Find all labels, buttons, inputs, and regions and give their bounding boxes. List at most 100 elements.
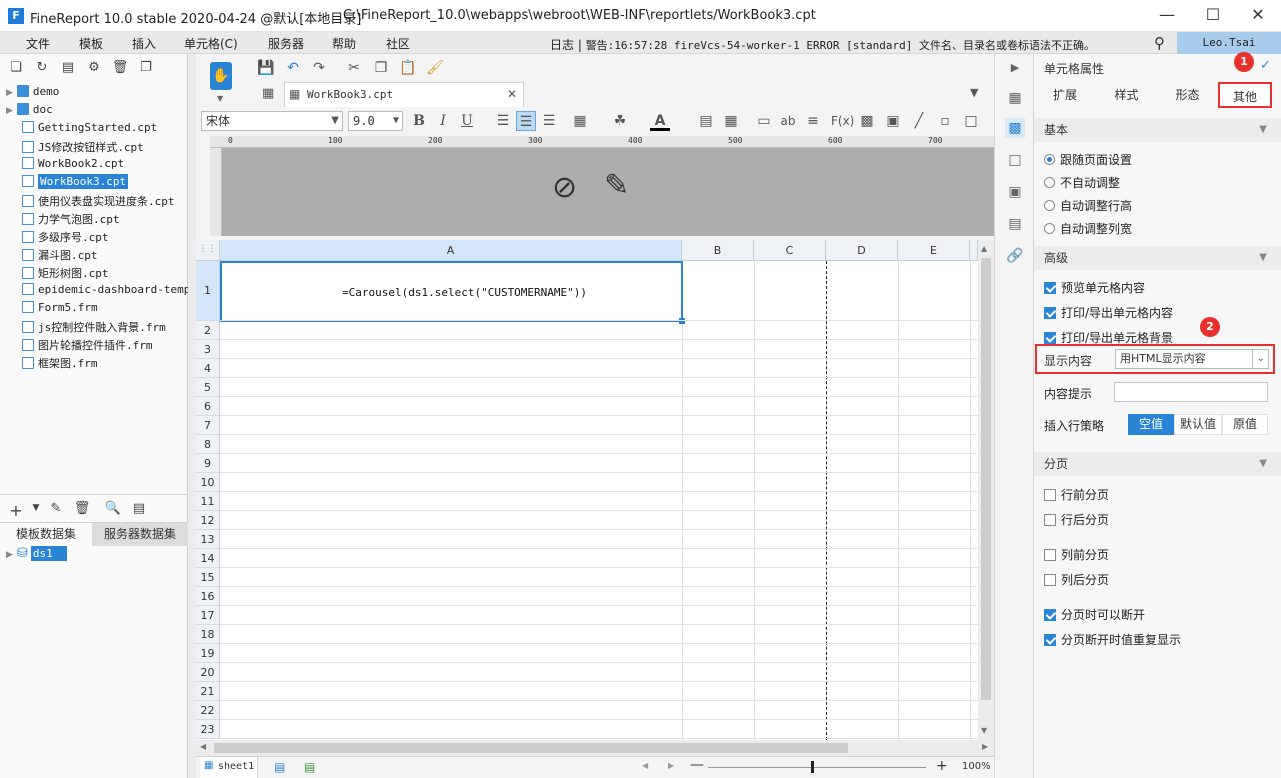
row-header[interactable]: 22 (196, 701, 220, 720)
tree-item[interactable]: JS修改按钮样式.cpt (22, 139, 144, 157)
zoom-slider-track[interactable] (708, 767, 926, 768)
font-color-icon[interactable]: A (650, 111, 670, 131)
section-paging[interactable]: 分页 ▼ (1034, 452, 1281, 476)
scroll-right-icon[interactable]: ▶ (982, 742, 988, 751)
tab-expand[interactable]: 扩展 (1034, 82, 1096, 108)
settings-icon[interactable]: ⚙ (85, 60, 103, 76)
copy-icon[interactable]: ❐ (137, 60, 155, 76)
align-left-icon[interactable]: ☰ (493, 111, 513, 131)
zoom-out-icon[interactable]: — (690, 757, 704, 773)
tree-item[interactable]: 使用仪表盘实现进度条.cpt (22, 193, 175, 211)
menu-community[interactable]: 社区 (386, 35, 410, 52)
font-size-select[interactable]: 9.0 ▼ (348, 111, 403, 131)
chevron-down-icon[interactable]: ▼ (217, 94, 223, 103)
dataset-item[interactable]: ▶ ⛁ ds1 (6, 546, 67, 564)
tree-item[interactable]: epidemic-dashboard-temp. (22, 283, 197, 301)
float-element-icon[interactable]: □ (1005, 150, 1025, 170)
row-header[interactable]: 2 (196, 321, 220, 340)
row-header[interactable]: 16 (196, 587, 220, 606)
scrollbar-thumb[interactable] (981, 258, 991, 700)
radio-no-auto[interactable]: 不自动调整 (1044, 174, 1120, 191)
last-sheet-icon[interactable]: ▶ (668, 761, 674, 770)
minimize-button[interactable]: — (1144, 0, 1190, 32)
select-all-corner[interactable]: ⋮⋮ (196, 240, 220, 261)
row-header[interactable]: 19 (196, 644, 220, 663)
row-header[interactable]: 7 (196, 416, 220, 435)
cell-element-icon[interactable]: □ (961, 111, 981, 131)
tab-other[interactable]: 其他 (1218, 82, 1272, 108)
align-center-icon[interactable]: ☰ (516, 111, 536, 131)
search-icon[interactable]: ⚲ (1154, 34, 1165, 52)
radio-auto-row-height[interactable]: 自动调整行高 (1044, 197, 1132, 214)
pin-icon[interactable]: ✓ (1260, 58, 1271, 73)
row-header[interactable]: 20 (196, 663, 220, 682)
scroll-left-icon[interactable]: ◀ (200, 742, 206, 751)
row-header[interactable]: 15 (196, 568, 220, 587)
sheet-tab-sheet1[interactable]: ▦ sheet1 (200, 757, 258, 778)
row-header[interactable]: 4 (196, 359, 220, 378)
row-header[interactable]: 1 (196, 261, 220, 321)
section-basic[interactable]: 基本 ▼ (1034, 118, 1281, 142)
row-header[interactable]: 3 (196, 340, 220, 359)
menu-help[interactable]: 帮助 (332, 35, 356, 52)
border-icon[interactable]: ▦ (570, 111, 590, 131)
row-header[interactable]: 10 (196, 473, 220, 492)
zoom-slider-thumb[interactable] (811, 761, 814, 773)
zoom-in-icon[interactable]: + (936, 758, 948, 774)
check-repeat-on-break[interactable]: 分页断开时值重复显示 (1044, 631, 1181, 648)
tree-item[interactable]: 矩形树图.cpt (22, 265, 109, 283)
fill-color-icon[interactable]: ☘ (610, 111, 630, 131)
menu-template[interactable]: 模板 (79, 35, 103, 52)
tree-item[interactable]: ▶ demo (6, 85, 59, 103)
chart-icon[interactable]: ▩ (857, 111, 877, 131)
splitter[interactable] (188, 54, 196, 778)
italic-icon[interactable]: I (433, 111, 453, 131)
display-content-select[interactable]: 用HTML显示内容 ⌄ (1115, 349, 1269, 369)
template-property-icon[interactable]: ▦ (1005, 88, 1025, 108)
tab-server-dataset[interactable]: 服务器数据集 (92, 522, 188, 546)
condition-attr-icon[interactable]: ▤ (1005, 214, 1025, 234)
template-type-icon[interactable]: ✋ (210, 62, 232, 90)
log-bar[interactable]: 日志 | 警告:16:57:28 fireVcs-54-worker-1 ERR… (550, 36, 1095, 53)
add-form-sheet-icon[interactable]: ▤ (304, 760, 315, 774)
insert-null-button[interactable]: 空值 (1128, 414, 1174, 435)
tab-workbook3[interactable]: ▦ WorkBook3.cpt ✕ (284, 82, 524, 107)
close-button[interactable]: ✕ (1235, 0, 1281, 32)
user-name[interactable]: Leo.Tsai (1177, 32, 1281, 54)
tree-item[interactable]: 力学气泡图.cpt (22, 211, 120, 229)
copy-icon[interactable]: ❐ (371, 58, 391, 78)
fill-handle[interactable] (679, 318, 685, 324)
row-header[interactable]: 9 (196, 454, 220, 473)
unmerge-cell-icon[interactable]: ▦ (721, 111, 741, 131)
grid-icon[interactable]: ▦ (262, 86, 274, 101)
horizontal-scrollbar[interactable]: ◀ ▶ (196, 740, 994, 756)
row-header[interactable]: 11 (196, 492, 220, 511)
add-dataset-icon[interactable]: + (7, 501, 25, 520)
tab-form[interactable]: 形态 (1157, 82, 1218, 108)
row-header[interactable]: 23 (196, 720, 220, 739)
rich-text-icon[interactable]: ≡ (803, 111, 823, 131)
align-right-icon[interactable]: ☰ (539, 111, 559, 131)
check-row-before[interactable]: 行前分页 (1044, 486, 1109, 503)
tree-item[interactable]: 图片轮播控件插件.frm (22, 337, 153, 355)
collapse-icon[interactable]: ▶ (1005, 58, 1025, 78)
tab-template-dataset[interactable]: 模板数据集 (0, 522, 92, 546)
delete-dataset-icon[interactable]: 🗑 (73, 501, 91, 517)
spreadsheet-grid[interactable]: ⋮⋮ A B C D E 1 =Carousel(ds1.select("CUS… (196, 240, 978, 740)
column-header-e[interactable]: E (898, 240, 970, 261)
menu-file[interactable]: 文件 (26, 35, 50, 52)
tree-item[interactable]: WorkBook2.cpt (22, 157, 124, 175)
close-tab-icon[interactable]: ✕ (507, 87, 517, 101)
tree-item[interactable]: 框架图.frm (22, 355, 98, 373)
row-header[interactable]: 6 (196, 397, 220, 416)
eye-hidden-icon[interactable]: ⊘ (552, 170, 577, 205)
check-row-after[interactable]: 行后分页 (1044, 511, 1109, 528)
column-header-c[interactable]: C (754, 240, 826, 261)
row-header[interactable]: 21 (196, 682, 220, 701)
paste-icon[interactable]: 📋 (398, 58, 418, 78)
preview-icon[interactable]: 🔍 (104, 501, 122, 517)
tree-item[interactable]: ▶ doc (6, 103, 53, 121)
content-tip-input[interactable] (1114, 382, 1268, 402)
maximize-button[interactable]: ☐ (1190, 0, 1236, 32)
refresh-icon[interactable]: ↻ (33, 60, 51, 76)
